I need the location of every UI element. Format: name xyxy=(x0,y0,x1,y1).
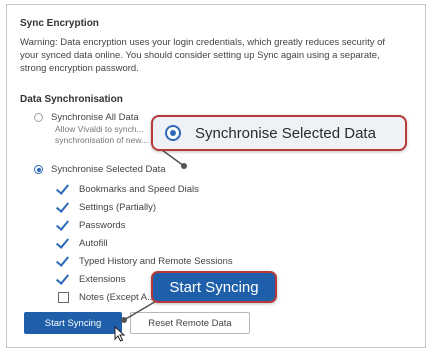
radio-sync-selected-indicator[interactable] xyxy=(34,165,43,174)
reset-remote-data-button[interactable]: Reset Remote Data xyxy=(130,312,250,334)
checkbox-extensions-label: Extensions xyxy=(79,273,126,285)
encryption-warning-text: Warning: Data encryption uses your login… xyxy=(20,37,386,74)
checkbox-bookmarks-mark[interactable] xyxy=(58,184,69,195)
callout-radio-icon xyxy=(165,125,181,141)
checkbox-typed-history-label: Typed History and Remote Sessions xyxy=(79,255,233,267)
checkbox-extensions[interactable]: Extensions xyxy=(58,272,125,286)
checkbox-settings[interactable]: Settings (Partially) xyxy=(58,200,156,214)
callout-synchronise-selected: Synchronise Selected Data xyxy=(151,115,407,151)
radio-sync-selected-label: Synchronise Selected Data xyxy=(51,164,166,175)
radio-sync-selected[interactable]: Synchronise Selected Data xyxy=(34,164,166,175)
checkbox-typed-history-mark[interactable] xyxy=(58,256,69,267)
mouse-cursor-icon xyxy=(114,326,126,342)
checkbox-passwords-mark[interactable] xyxy=(58,220,69,231)
callout-synchronise-selected-label: Synchronise Selected Data xyxy=(195,124,376,142)
checkbox-notes-mark[interactable] xyxy=(58,291,69,303)
checkbox-extensions-mark[interactable] xyxy=(58,274,69,285)
data-sync-title: Data Synchronisation xyxy=(20,94,123,105)
radio-sync-all-label: Synchronise All Data xyxy=(51,112,139,123)
checkbox-bookmarks[interactable]: Bookmarks and Speed Dials xyxy=(58,182,199,196)
radio-sync-all-indicator[interactable] xyxy=(34,113,43,122)
callout-start-syncing-label: Start Syncing xyxy=(169,278,259,296)
checkbox-notes-label: Notes (Except A... xyxy=(79,291,156,303)
checkbox-settings-label: Settings (Partially) xyxy=(79,201,157,213)
checkbox-autofill-mark[interactable] xyxy=(58,238,69,249)
checkbox-passwords-label: Passwords xyxy=(79,219,126,231)
sync-encryption-title: Sync Encryption xyxy=(20,18,99,29)
checkbox-passwords[interactable]: Passwords xyxy=(58,218,125,232)
checkbox-typed-history[interactable]: Typed History and Remote Sessions xyxy=(58,254,233,268)
checkbox-settings-mark[interactable] xyxy=(58,202,69,213)
checkbox-bookmarks-label: Bookmarks and Speed Dials xyxy=(79,183,199,195)
start-syncing-button[interactable]: Start Syncing xyxy=(24,312,122,334)
checkbox-notes[interactable]: Notes (Except A... xyxy=(58,290,155,304)
callout-start-syncing: Start Syncing xyxy=(151,271,277,303)
sync-all-description: Allow Vivaldi to synch... synchronisatio… xyxy=(55,124,149,145)
radio-sync-all[interactable]: Synchronise All Data xyxy=(34,112,139,123)
checkbox-autofill[interactable]: Autofill xyxy=(58,236,108,250)
checkbox-autofill-label: Autofill xyxy=(79,237,108,249)
